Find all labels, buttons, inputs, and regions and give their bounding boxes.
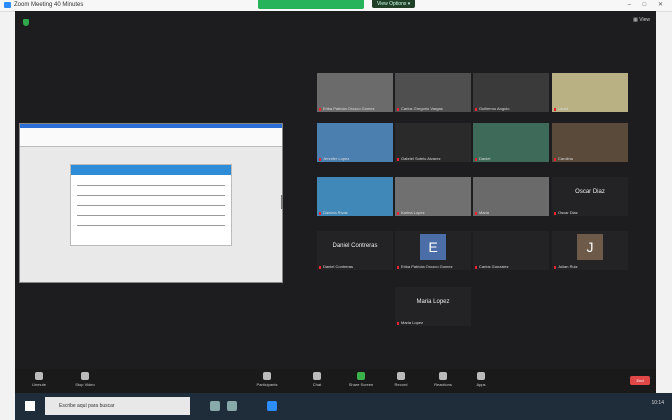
participant-tile[interactable]: Erika Patricia Orozco Gomez — [317, 73, 393, 112]
microphone-icon — [35, 372, 43, 380]
apps-icon — [477, 372, 485, 380]
mute-button[interactable]: Unmute — [19, 372, 59, 387]
participant-tile[interactable]: Daniel — [473, 123, 549, 162]
participant-tile[interactable]: E Erika Patricia Orozco Gomez — [395, 231, 471, 270]
participant-name: Julian Ruiz — [558, 264, 578, 269]
participant-name: Guillermo Angulo — [479, 106, 510, 111]
participant-tile[interactable]: Karina Lopez — [395, 177, 471, 216]
chat-button[interactable]: Chat — [297, 372, 337, 387]
participant-tile[interactable]: Daniela Rivas — [317, 177, 393, 216]
document-page — [70, 164, 232, 246]
participant-tile[interactable]: Daniel Contreras Daniel Contreras — [317, 231, 393, 270]
participant-name: Erika Patricia Orozco Gomez — [323, 106, 375, 111]
meeting-toolbar: Unmute Stop Video Participants Chat Shar… — [15, 369, 656, 393]
participant-name: Erika Patricia Orozco Gomez — [401, 264, 453, 269]
participant-name: Karina Lopez — [401, 210, 425, 215]
apps-button[interactable]: Apps — [461, 372, 501, 387]
window-controls[interactable]: – □ ✕ — [628, 1, 668, 8]
view-options-button[interactable]: View Options ▾ — [372, 0, 416, 8]
ribbon-title-bar — [20, 124, 282, 128]
taskbar-search-input[interactable]: Escribe aquí para buscar — [45, 397, 190, 415]
shared-screen — [19, 123, 283, 283]
participant-tile[interactable]: Oscar Diaz Oscar Diaz — [552, 177, 628, 216]
participant-tile[interactable]: Carlos Gregorio Vargas — [395, 73, 471, 112]
participants-button[interactable]: Participants — [247, 372, 287, 387]
participant-display-name: Maria Lopez — [416, 299, 450, 305]
participant-tile[interactable]: Maria — [473, 177, 549, 216]
participant-name: Gabriel Sotelo Alvarez — [401, 156, 441, 161]
participant-name: Oscar Diaz — [558, 210, 578, 215]
participant-name: Daniela Rivas — [323, 210, 348, 215]
zoom-taskbar-icon[interactable] — [267, 401, 277, 411]
participant-tile[interactable]: Carlos Gonzalez — [473, 231, 549, 270]
participant-display-name: Daniel Contreras — [332, 243, 378, 249]
participant-name: Daniel Contreras — [323, 264, 354, 269]
windows-start-icon[interactable] — [25, 401, 35, 411]
participant-tile[interactable]: Maria Lopez Maria Lopez — [395, 287, 471, 326]
share-screen-button[interactable]: Share Screen — [341, 372, 381, 387]
view-button[interactable]: ▦ View — [633, 17, 650, 23]
file-explorer-icon[interactable] — [227, 401, 237, 411]
participant-tile[interactable]: Carolina — [552, 123, 628, 162]
panel-splitter-handle[interactable] — [281, 195, 283, 209]
window-title: Zoom Meeting 40 Minutes — [14, 2, 84, 8]
participant-display-name: Oscar Diaz — [575, 189, 605, 195]
stop-video-button[interactable]: Stop Video — [65, 372, 105, 387]
security-shield-icon[interactable] — [23, 19, 29, 26]
participant-name: Maria Lopez — [401, 320, 424, 325]
participant-tile[interactable]: Laura — [552, 73, 628, 112]
participant-name: Daniel — [479, 156, 491, 161]
avatar-letter: E — [420, 234, 446, 260]
task-view-icon[interactable] — [210, 401, 220, 411]
participant-tile[interactable]: Guillermo Angulo — [473, 73, 549, 112]
participant-name: Jennifer Lopez — [323, 156, 350, 161]
end-meeting-button[interactable]: End — [630, 376, 650, 385]
screen-share-banner[interactable] — [258, 0, 364, 9]
system-tray-clock: 10:14 — [651, 400, 664, 406]
record-button[interactable]: Record — [381, 372, 421, 387]
participant-name: Laura — [558, 106, 569, 111]
share-screen-icon — [357, 372, 365, 380]
participants-icon — [263, 372, 271, 380]
camera-icon — [81, 372, 89, 380]
chat-icon — [313, 372, 321, 380]
reactions-icon — [439, 372, 447, 380]
participant-tile[interactable]: J Julian Ruiz — [552, 231, 628, 270]
record-icon — [397, 372, 405, 380]
participant-name: Carlos Gonzalez — [479, 264, 509, 269]
participant-tile[interactable]: Jennifer Lopez — [317, 123, 393, 162]
windows-taskbar: Escribe aquí para buscar 10:14 — [15, 393, 672, 420]
document-table-header — [71, 165, 231, 175]
participant-name: Carlos Gregorio Vargas — [401, 106, 443, 111]
avatar-letter: J — [577, 234, 603, 260]
document-ribbon — [20, 124, 282, 147]
reactions-button[interactable]: Reactions — [423, 372, 463, 387]
participant-name: Carolina — [558, 156, 573, 161]
participant-tile[interactable]: Gabriel Sotelo Alvarez — [395, 123, 471, 162]
meeting-area: ▦ View Erika Patricia Orozco Gomez Carlos… — [15, 11, 656, 369]
zoom-app-icon — [4, 2, 11, 8]
participant-name: Maria — [479, 210, 490, 215]
